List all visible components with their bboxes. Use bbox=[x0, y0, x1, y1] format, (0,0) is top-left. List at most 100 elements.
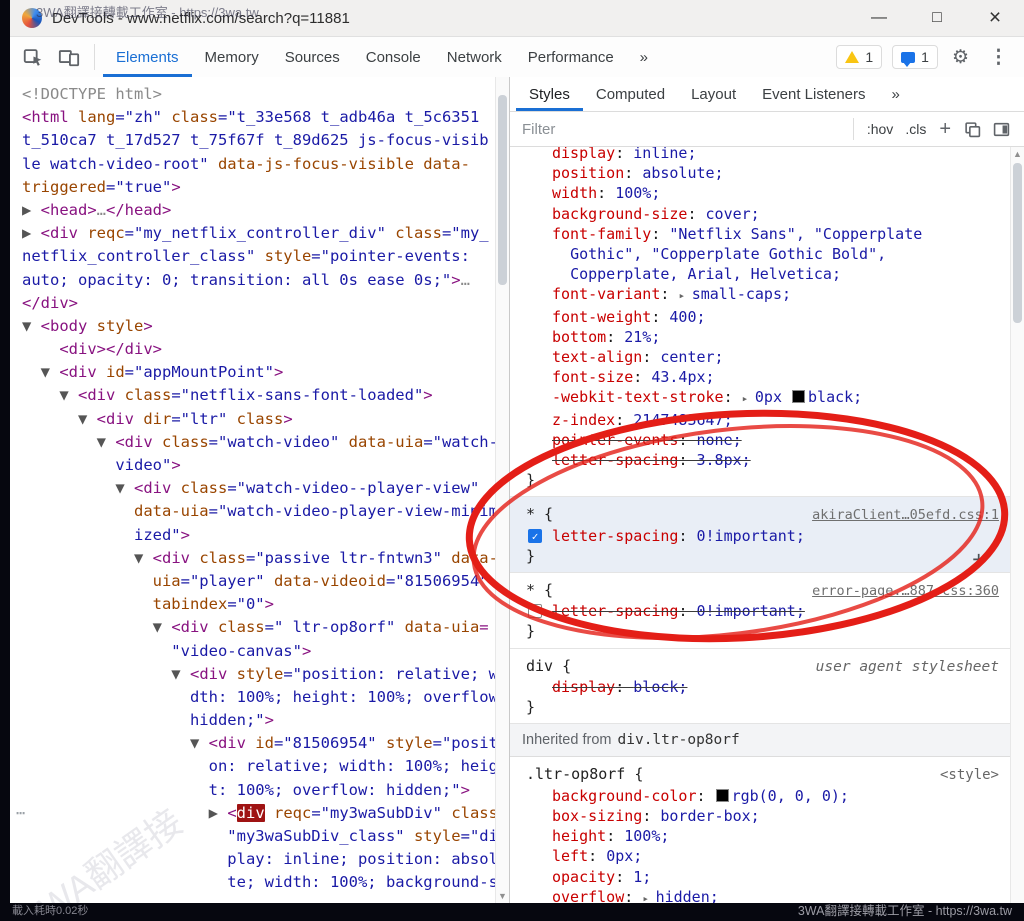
css-declaration[interactable]: position: absolute; bbox=[526, 163, 1003, 183]
dom-tree-line[interactable]: </div> bbox=[22, 292, 495, 315]
sidebar-tab-eventlisteners[interactable]: Event Listeners bbox=[749, 77, 878, 111]
stylesheet-source-link[interactable]: akiraClient…05efd.css:1 bbox=[812, 505, 1003, 525]
disclosure-arrow-icon[interactable]: ▼ bbox=[22, 433, 115, 451]
css-declaration[interactable]: pointer-events: none; bbox=[526, 430, 1003, 450]
tab-network[interactable]: Network bbox=[434, 37, 515, 77]
declaration-checkbox[interactable]: ✓ bbox=[528, 529, 542, 543]
css-declaration[interactable]: box-sizing: border-box; bbox=[526, 806, 1003, 826]
toggle-element-state-button[interactable]: :hov bbox=[861, 121, 899, 137]
css-selector-row[interactable]: * {error-page.…887.css:360 bbox=[526, 580, 1003, 601]
styles-scrollbar[interactable]: ▲ bbox=[1010, 147, 1024, 903]
element-classes-button[interactable]: .cls bbox=[899, 121, 932, 137]
expand-value-arrow-icon[interactable]: ▸ bbox=[742, 392, 755, 405]
dom-tree-line[interactable]: ▼ <div id="81506954" style="positi bbox=[22, 732, 495, 755]
css-declaration[interactable]: font-weight: 400; bbox=[526, 307, 1003, 327]
sidebar-tab-more[interactable]: » bbox=[879, 77, 913, 111]
disclosure-arrow-icon[interactable]: ▼ bbox=[22, 665, 190, 683]
dom-tree-line[interactable]: ⋯ ▶ <div reqc="my3waSubDiv" class= bbox=[22, 802, 495, 825]
dom-tree-line[interactable]: ▼ <div class="netflix-sans-font-loaded"> bbox=[22, 384, 495, 407]
maximize-button[interactable]: □ bbox=[908, 0, 966, 36]
dom-tree-line[interactable]: ▼ <div class="watch-video" data-uia="wat… bbox=[22, 431, 495, 454]
dom-tree-line[interactable]: <div></div> bbox=[22, 338, 495, 361]
elements-scrollbar[interactable]: ▼ bbox=[495, 77, 509, 903]
minimize-button[interactable]: — bbox=[850, 0, 908, 36]
css-declaration[interactable]: height: 100%; bbox=[526, 826, 1003, 846]
inspect-element-icon[interactable] bbox=[22, 46, 44, 68]
disclosure-arrow-icon[interactable]: ▼ bbox=[22, 410, 97, 428]
computed-styles-icon[interactable] bbox=[964, 121, 981, 138]
dom-tree-line[interactable]: ▼ <div style="position: relative; wi bbox=[22, 663, 495, 686]
css-declaration[interactable]: bottom: 21%; bbox=[526, 327, 1003, 347]
dom-tree-line[interactable]: netflix_controller_class" style="pointer… bbox=[22, 245, 495, 268]
more-actions-dots[interactable]: ⋯ bbox=[16, 802, 23, 825]
disclosure-arrow-icon[interactable]: ▼ bbox=[22, 734, 209, 752]
insert-style-rule-button[interactable]: + bbox=[972, 549, 985, 570]
filter-input[interactable]: Filter bbox=[522, 121, 846, 138]
disclosure-arrow-icon[interactable]: ▼ bbox=[22, 317, 41, 335]
dom-tree-line[interactable]: on: relative; width: 100%; heigh bbox=[22, 755, 495, 778]
declaration-checkbox[interactable] bbox=[528, 604, 542, 618]
messages-badge[interactable]: 1 bbox=[892, 45, 938, 69]
css-declaration[interactable]: ✓letter-spacing: 0!important; bbox=[526, 526, 1003, 546]
css-declaration[interactable]: display: block; bbox=[526, 677, 1003, 697]
scrollbar-thumb[interactable] bbox=[498, 95, 507, 285]
sidebar-tab-computed[interactable]: Computed bbox=[583, 77, 678, 111]
dock-sidebar-icon[interactable] bbox=[993, 121, 1010, 138]
dom-tree-line[interactable]: t: 100%; overflow: hidden;"> bbox=[22, 779, 495, 802]
css-selector-row[interactable]: * {akiraClient…05efd.css:1 bbox=[526, 504, 1003, 525]
scrollbar-thumb[interactable] bbox=[1013, 163, 1022, 323]
sidebar-tab-layout[interactable]: Layout bbox=[678, 77, 749, 111]
css-declaration[interactable]: Gothic", "Copperplate Gothic Bold", bbox=[526, 244, 1003, 264]
style-tag-link[interactable]: <style> bbox=[940, 765, 1003, 785]
more-options-icon[interactable]: ⋮ bbox=[983, 46, 1014, 69]
color-swatch[interactable] bbox=[716, 789, 729, 802]
css-declaration[interactable]: Copperplate, Arial, Helvetica; bbox=[526, 264, 1003, 284]
disclosure-arrow-icon[interactable]: ▼ bbox=[22, 363, 59, 381]
css-declaration[interactable]: width: 100%; bbox=[526, 183, 1003, 203]
css-declaration[interactable]: letter-spacing: 0!important; bbox=[526, 601, 1003, 621]
stylesheet-source-link[interactable]: error-page.…887.css:360 bbox=[812, 581, 1003, 601]
tab-performance[interactable]: Performance bbox=[515, 37, 627, 77]
dom-tree-line[interactable]: auto; opacity: 0; transition: all 0s eas… bbox=[22, 269, 495, 292]
dom-tree-line[interactable]: video"> bbox=[22, 454, 495, 477]
expand-value-arrow-icon[interactable]: ▸ bbox=[642, 892, 655, 903]
dom-tree-line[interactable]: triggered="true"> bbox=[22, 176, 495, 199]
dom-tree-line[interactable]: ▼ <body style> bbox=[22, 315, 495, 338]
dom-tree-line[interactable]: ▼ <div class="watch-video--player-view" bbox=[22, 477, 495, 500]
new-style-rule-button[interactable]: + bbox=[932, 119, 958, 139]
color-swatch[interactable] bbox=[792, 390, 805, 403]
dom-tree-line[interactable]: ▶ <div reqc="my_netflix_controller_div" … bbox=[22, 222, 495, 245]
dom-tree-line[interactable]: hidden;"> bbox=[22, 709, 495, 732]
css-declaration[interactable]: opacity: 1; bbox=[526, 867, 1003, 887]
expand-value-arrow-icon[interactable]: ▸ bbox=[678, 289, 691, 302]
tab-sources[interactable]: Sources bbox=[272, 37, 353, 77]
sidebar-tab-styles[interactable]: Styles bbox=[516, 77, 583, 111]
dom-tree-line[interactable]: tabindex="0"> bbox=[22, 593, 495, 616]
css-declaration[interactable]: background-size: cover; bbox=[526, 204, 1003, 224]
dom-tree-line[interactable]: play: inline; position: absolu bbox=[22, 848, 495, 871]
tab-[interactable]: » bbox=[627, 37, 661, 77]
scrollbar-down-arrow[interactable]: ▼ bbox=[496, 889, 509, 903]
tab-elements[interactable]: Elements bbox=[103, 37, 192, 77]
inherited-node-link[interactable]: div.ltr-op8orf bbox=[618, 732, 740, 748]
css-declaration[interactable]: -webkit-text-stroke: ▸ 0px black; bbox=[526, 387, 1003, 409]
css-declaration[interactable]: left: 0px; bbox=[526, 846, 1003, 866]
dom-tree-line[interactable]: "video-canvas"> bbox=[22, 640, 495, 663]
close-button[interactable]: × bbox=[966, 0, 1024, 36]
disclosure-arrow-icon[interactable]: ▼ bbox=[22, 549, 153, 567]
dom-tree-line[interactable]: data-uia="watch-video-player-view-minim bbox=[22, 500, 495, 523]
disclosure-arrow-icon[interactable]: ▼ bbox=[22, 386, 78, 404]
disclosure-arrow-icon[interactable]: ▼ bbox=[22, 479, 134, 497]
css-declaration[interactable]: display: inline; bbox=[526, 147, 1003, 163]
css-declaration[interactable]: z-index: 2147483647; bbox=[526, 410, 1003, 430]
disclosure-arrow-icon[interactable]: ▶ bbox=[22, 201, 41, 219]
css-declaration[interactable]: font-variant: ▸ small-caps; bbox=[526, 284, 1003, 306]
dom-tree-line[interactable]: t_510ca7 t_17d527 t_75f67f t_89d625 js-f… bbox=[22, 129, 495, 152]
dom-tree-line[interactable]: te; width: 100%; background-si bbox=[22, 871, 495, 894]
dom-tree-line[interactable]: ▼ <div class=" ltr-op8orf" data-uia= bbox=[22, 616, 495, 639]
settings-gear-icon[interactable]: ⚙ bbox=[948, 46, 973, 69]
tab-console[interactable]: Console bbox=[353, 37, 434, 77]
css-declaration[interactable]: text-align: center; bbox=[526, 347, 1003, 367]
css-selector-row[interactable]: .ltr-op8orf {<style> bbox=[526, 764, 1003, 785]
tab-memory[interactable]: Memory bbox=[192, 37, 272, 77]
